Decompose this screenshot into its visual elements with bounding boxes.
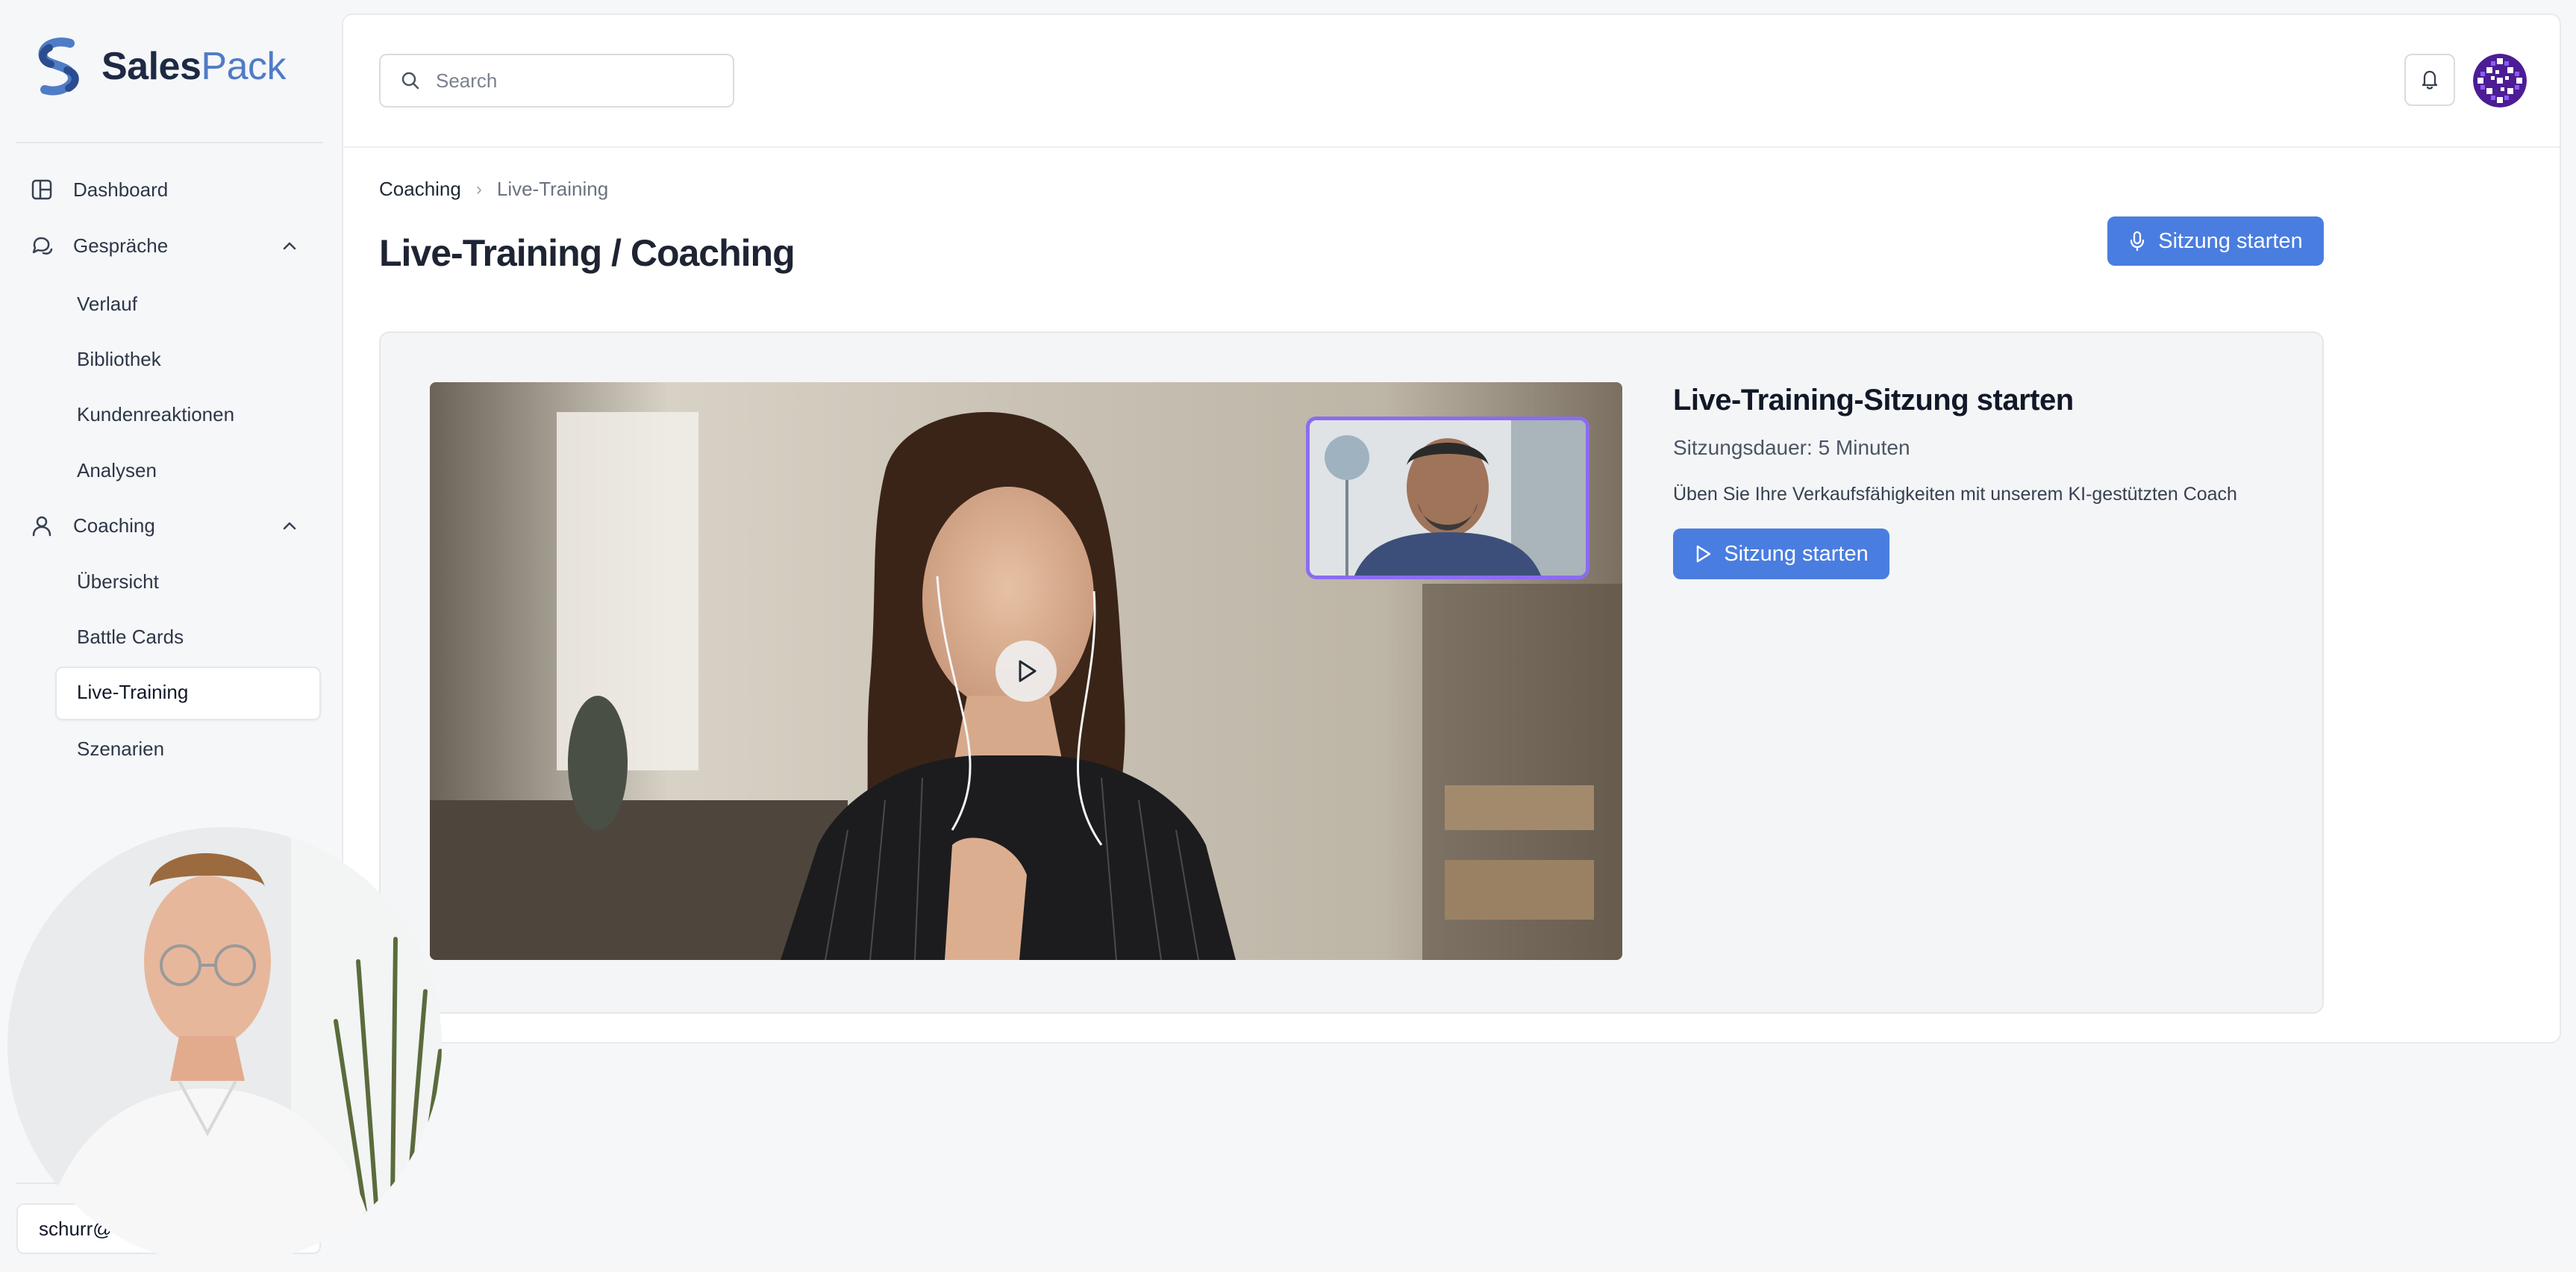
presenter-webcam-overlay xyxy=(7,827,442,1265)
video-play-button[interactable] xyxy=(995,640,1057,702)
avatar-pattern-icon xyxy=(2473,54,2527,107)
sidebar-item-coaching[interactable]: Coaching xyxy=(30,514,296,537)
page-title: Live-Training / Coaching xyxy=(379,232,795,274)
bell-icon xyxy=(2422,70,2438,90)
app-logo[interactable]: SalesPack xyxy=(33,37,286,96)
breadcrumb-current: Live-Training xyxy=(496,178,609,200)
sidebar-subitem-szenarien[interactable]: Szenarien xyxy=(77,738,164,761)
sidebar-subitem-bibliothek[interactable]: Bibliothek xyxy=(77,348,161,371)
button-label: Sitzung starten xyxy=(1724,541,1869,566)
user-avatar[interactable] xyxy=(2473,54,2527,107)
chevron-right-icon: › xyxy=(475,178,482,199)
search-box[interactable] xyxy=(379,54,734,107)
play-icon xyxy=(1019,660,1037,682)
sidebar-subitem-battle-cards[interactable]: Battle Cards xyxy=(77,626,184,649)
start-session-button[interactable]: Sitzung starten xyxy=(1673,529,1889,579)
sidebar-subitem-kundenreaktionen[interactable]: Kundenreaktionen xyxy=(77,403,234,426)
sidebar-subitem-live-training[interactable]: Live-Training xyxy=(77,681,188,704)
user-icon xyxy=(30,514,54,537)
search-input[interactable] xyxy=(436,69,719,93)
topbar xyxy=(343,15,2560,148)
salespack-logo-icon xyxy=(38,37,79,96)
chevron-up-icon[interactable] xyxy=(280,516,299,535)
sidebar-item-label: Gespräche xyxy=(73,234,169,257)
brand-name: SalesPack xyxy=(101,45,286,88)
play-icon xyxy=(1697,545,1711,563)
microphone-icon xyxy=(2130,231,2145,251)
start-session-button-header[interactable]: Sitzung starten xyxy=(2107,216,2324,266)
webcam-illustration xyxy=(7,827,442,1265)
session-title: Live-Training-Sitzung starten xyxy=(1673,384,2074,417)
sidebar-item-dashboard[interactable]: Dashboard xyxy=(30,178,168,202)
search-icon xyxy=(401,72,419,90)
sidebar-divider xyxy=(16,142,322,143)
sidebar-item-label: Dashboard xyxy=(73,178,169,201)
user-camera-pip[interactable] xyxy=(1306,417,1589,579)
chevron-up-icon[interactable] xyxy=(280,236,299,255)
breadcrumb-coaching[interactable]: Coaching xyxy=(379,178,461,201)
layout-icon xyxy=(30,178,54,202)
breadcrumb: Coaching › Live-Training xyxy=(379,178,608,201)
session-duration: Sitzungsdauer: 5 Minuten xyxy=(1673,436,1910,459)
chat-icon xyxy=(30,234,54,258)
sidebar-subitem-analysen[interactable]: Analysen xyxy=(77,459,157,482)
button-label: Sitzung starten xyxy=(2158,228,2303,253)
sidebar-subitem-verlauf[interactable]: Verlauf xyxy=(77,293,137,316)
session-description: Üben Sie Ihre Verkaufsfähigkeiten mit un… xyxy=(1673,484,2237,505)
sidebar-subitem-uebersicht[interactable]: Übersicht xyxy=(77,570,159,593)
sidebar-item-gespraeche[interactable]: Gespräche xyxy=(30,234,296,258)
sidebar-item-label: Coaching xyxy=(73,514,155,537)
pip-frame-illustration xyxy=(1310,420,1586,576)
notifications-button[interactable] xyxy=(2404,54,2455,106)
